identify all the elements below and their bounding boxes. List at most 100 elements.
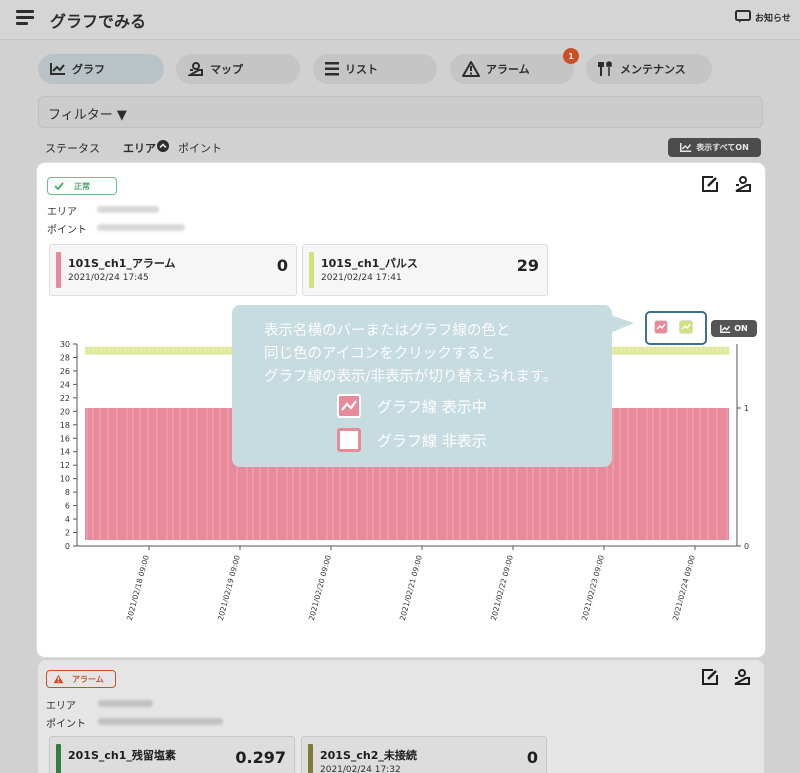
- status-badge: アラーム: [46, 670, 116, 688]
- show-all-button[interactable]: 表示すべてON: [668, 138, 761, 157]
- y-tick-label: 2: [65, 529, 70, 538]
- notice-label: お知らせ: [755, 13, 791, 24]
- legend-hidden-icon: [337, 428, 361, 452]
- tools-icon: [598, 61, 612, 76]
- tile-value: 29: [516, 256, 539, 275]
- tab-graph[interactable]: グラフ: [38, 54, 164, 84]
- series-color-bar: [56, 744, 61, 773]
- help-callout: 表示名横のバーまたはグラフ線の色と 同じ色のアイコンをクリックすると グラフ線の…: [232, 305, 634, 467]
- tab-label: リスト: [345, 63, 378, 76]
- status-text: アラーム: [72, 674, 104, 684]
- trend-icon: [341, 400, 357, 411]
- area-label: エリア: [47, 207, 77, 218]
- list-icon: [325, 62, 339, 76]
- y-tick-label: 6: [65, 502, 70, 511]
- sensor-tile[interactable]: 101S_ch1_アラーム 2021/02/24 17:45 0: [49, 244, 297, 296]
- tab-label: アラーム: [486, 63, 530, 76]
- show-all-label: 表示すべてON: [696, 143, 749, 152]
- sensor-card-alarm: アラーム エリア ポイント 201S_ch1_残留塩素 0.297 201S_c…: [38, 660, 764, 773]
- filter-dropdown[interactable]: フィルター ▼: [38, 96, 763, 128]
- x-tick-label: 2021/02/22 09:00: [489, 554, 515, 621]
- y-tick-label-right: 1: [744, 404, 749, 413]
- sort-area[interactable]: エリア: [123, 140, 156, 156]
- warning-icon: [53, 674, 64, 684]
- menu-icon[interactable]: [16, 10, 34, 26]
- y-tick-label: 28: [60, 353, 70, 362]
- trend-icon: [656, 323, 666, 330]
- area-value-blurred: [98, 700, 153, 707]
- y-tick-label: 18: [60, 421, 70, 430]
- area-label: エリア: [46, 701, 76, 712]
- tile-time: 2021/02/24 17:45: [68, 273, 149, 283]
- warning-icon: [462, 61, 480, 77]
- tab-label: マップ: [210, 63, 243, 76]
- tile-value: 0.297: [235, 748, 286, 767]
- tab-map[interactable]: マップ: [176, 54, 300, 84]
- x-tick-label: 2021/02/19 09:00: [216, 554, 242, 621]
- export-icon[interactable]: [734, 175, 752, 193]
- area-value-blurred: [97, 206, 159, 213]
- y-tick-label: 24: [60, 380, 70, 389]
- y-tick-label: 26: [60, 367, 70, 376]
- tile-time: 2021/02/24 17:32: [320, 765, 401, 773]
- y-tick-label: 22: [60, 394, 70, 403]
- sensor-tile[interactable]: 101S_ch1_パルス 2021/02/24 17:41 29: [302, 244, 548, 296]
- tile-time: 2021/02/24 17:41: [321, 273, 402, 283]
- y-tick-label: 20: [60, 407, 70, 416]
- series-color-bar[interactable]: [309, 252, 314, 288]
- check-icon: [54, 182, 64, 190]
- chat-bubble-icon: [735, 10, 751, 23]
- series-color-bar[interactable]: [56, 252, 61, 288]
- status-badge: 正常: [47, 177, 117, 195]
- graph-on-button[interactable]: ON: [711, 320, 757, 337]
- edit-icon[interactable]: [701, 668, 719, 686]
- y-tick-label: 12: [60, 461, 70, 470]
- edit-icon[interactable]: [701, 175, 719, 193]
- tab-alarm[interactable]: アラーム: [450, 54, 574, 84]
- x-tick-label: 2021/02/18 09:00: [125, 554, 151, 621]
- tab-list[interactable]: リスト: [313, 54, 437, 84]
- point-value-blurred: [98, 718, 223, 725]
- series-toggle-pulse[interactable]: [679, 320, 693, 334]
- tile-name: 101S_ch1_アラーム: [68, 257, 176, 270]
- callout-line-3: グラフ線の表示/非表示が切り替えられます。: [264, 369, 558, 385]
- y-tick-label: 0: [65, 542, 70, 551]
- point-value-blurred: [97, 224, 185, 231]
- tile-value: 0: [526, 748, 538, 767]
- y-tick-label: 8: [65, 488, 70, 497]
- map-pin-icon: [188, 62, 203, 76]
- page-title: グラフでみる: [50, 12, 147, 31]
- legend-visible-text: グラフ線 表示中: [377, 398, 487, 416]
- trend-icon: [681, 323, 691, 330]
- export-icon[interactable]: [733, 668, 751, 686]
- point-label: ポイント: [47, 225, 87, 236]
- status-text: 正常: [74, 181, 90, 191]
- chevron-up-icon[interactable]: [157, 140, 169, 152]
- x-tick-label: 2021/02/23 09:00: [580, 554, 606, 621]
- callout-line-1: 表示名横のバーまたはグラフ線の色と: [264, 323, 511, 339]
- series-color-bar: [308, 744, 313, 773]
- chart-icon: [680, 143, 692, 152]
- callout-line-2: 同じ色のアイコンをクリックすると: [264, 346, 496, 362]
- sensor-tile[interactable]: 201S_ch1_残留塩素 0.297: [49, 736, 295, 773]
- series-toggle-alarm[interactable]: [654, 320, 668, 334]
- y-tick-label: 30: [60, 340, 70, 349]
- point-label: ポイント: [46, 719, 86, 730]
- chart-icon: [50, 63, 65, 75]
- callout-pointer: [610, 315, 634, 333]
- y-tick-label: 14: [60, 448, 70, 457]
- chart-icon: [720, 324, 731, 333]
- tab-maintenance[interactable]: メンテナンス: [586, 54, 712, 84]
- sort-status[interactable]: ステータス: [45, 140, 100, 156]
- y-tick-label-right: 0: [744, 542, 749, 551]
- tile-value: 0: [276, 256, 288, 275]
- notice-button[interactable]: お知らせ: [735, 10, 791, 24]
- tile-name: 101S_ch1_パルス: [321, 257, 418, 270]
- legend-hidden-text: グラフ線 非表示: [377, 432, 487, 450]
- y-tick-label: 10: [60, 475, 70, 484]
- y-tick-label: 16: [60, 434, 70, 443]
- sensor-tile[interactable]: 201S_ch2_未接続 2021/02/24 17:32 0: [301, 736, 547, 773]
- sort-point[interactable]: ポイント: [178, 140, 222, 156]
- tile-name: 201S_ch2_未接続: [320, 749, 417, 762]
- tab-label: メンテナンス: [620, 63, 686, 76]
